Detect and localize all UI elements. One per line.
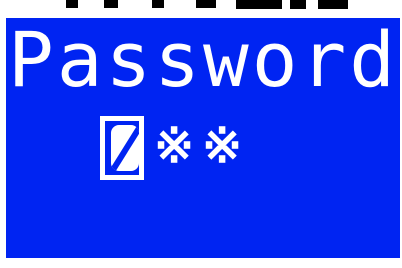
cropped-glyph-fragment: [236, 0, 282, 9]
cursor-digit-glyph: [111, 125, 139, 171]
cropped-glyph-fragment: [318, 0, 348, 9]
edit-digit-cursor-icon[interactable]: [100, 116, 144, 180]
cropped-glyph-fragment: [196, 0, 216, 8]
bottom-bezel: [0, 258, 402, 268]
masked-digit: ※: [202, 118, 243, 174]
cropped-glyph-fragment: [290, 0, 306, 9]
password-title: Password: [8, 15, 399, 104]
masked-digit: ※: [154, 118, 195, 174]
cropped-glyph-fragment: [152, 0, 164, 8]
cropped-glyph-fragment: [66, 0, 78, 8]
lcd-display-frame: Password ※ ※: [0, 0, 402, 268]
cropped-glyph-fragment: [104, 0, 118, 8]
